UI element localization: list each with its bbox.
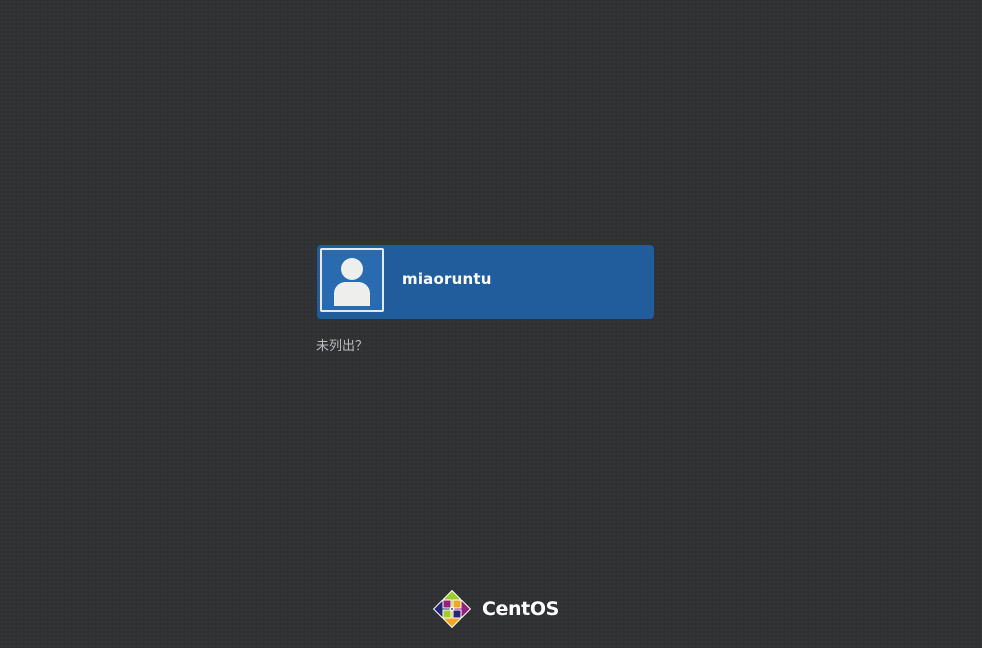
avatar [320,248,384,312]
user-name: miaoruntu [402,270,492,288]
branding: CentOS [430,587,559,631]
not-listed-link[interactable]: 未列出？ [316,335,368,354]
user-item-miaoruntu[interactable]: miaoruntu [317,245,654,319]
centos-logo-icon [432,589,472,629]
default-user-icon [334,258,370,306]
user-list: miaoruntu [317,245,654,319]
brand-name: CentOS [482,598,559,620]
